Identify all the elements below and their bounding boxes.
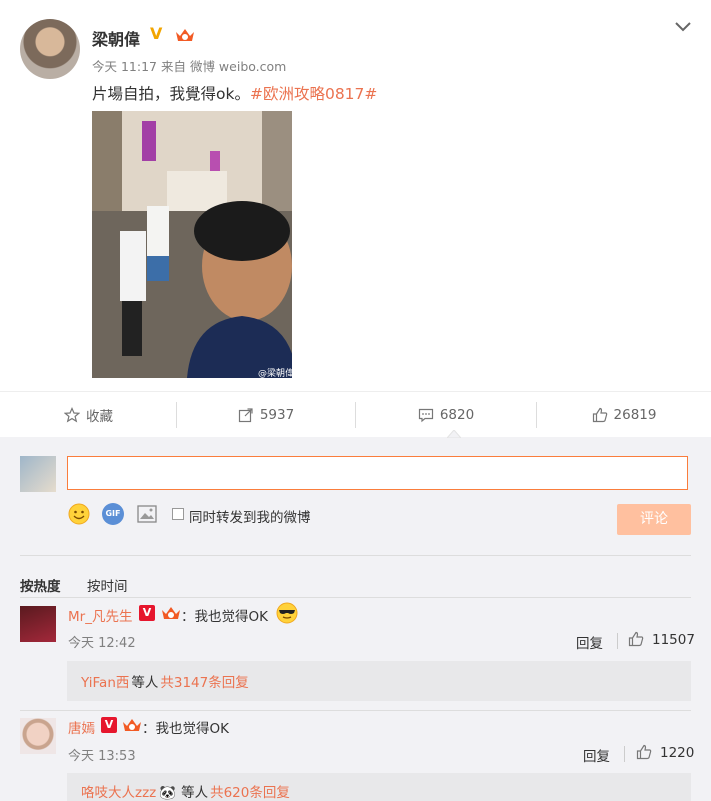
post-source: 来自 微博 weibo.com	[160, 59, 287, 74]
submit-comment-button[interactable]: 评论	[617, 504, 691, 535]
reply-like-divider	[617, 633, 618, 649]
thumbs-up-icon	[592, 407, 607, 423]
vip-crown-icon[interactable]	[121, 716, 143, 734]
like-count: 26819	[613, 407, 657, 423]
thumbs-up-icon[interactable]	[636, 744, 652, 760]
action-bar: 收藏 5937 6820 26819	[0, 391, 711, 439]
comment-icon	[418, 408, 433, 423]
comment-count: 6820	[439, 407, 475, 423]
vip-crown-icon[interactable]	[160, 604, 182, 622]
chevron-down-icon[interactable]	[672, 16, 694, 36]
sub-replies-link[interactable]: 咯吱大人zzz 🐼 等人 共620条回复	[67, 773, 691, 801]
sort-divider	[20, 597, 691, 598]
post-body: 片場自拍，我覺得ok。	[92, 85, 250, 103]
favorite-button[interactable]: 收藏	[0, 392, 177, 438]
share-checkbox[interactable]	[172, 508, 184, 520]
image-icon[interactable]	[137, 505, 157, 523]
tab-sort-hot[interactable]: 按热度	[20, 575, 61, 595]
vip-crown-icon[interactable]	[174, 26, 196, 44]
comment-input[interactable]	[67, 456, 688, 490]
repost-button[interactable]: 5937	[177, 392, 355, 438]
cool-emoji-icon	[276, 602, 298, 624]
photo-illustration	[92, 111, 292, 378]
sub-replies-link[interactable]: YiFan西 等人 共3147条回复	[67, 661, 691, 701]
author-name[interactable]: 梁朝偉	[92, 26, 140, 50]
commenter-avatar[interactable]	[20, 606, 56, 642]
comment-caret-icon	[447, 430, 461, 438]
gif-icon[interactable]: GIF	[102, 503, 124, 525]
post-photo[interactable]	[92, 111, 292, 378]
sub-reply-user[interactable]: 咯吱大人zzz	[81, 781, 156, 801]
reply-like-divider	[624, 746, 625, 762]
comment-like-count: 11507	[652, 632, 695, 648]
comment-time: 今天 12:42	[68, 636, 136, 651]
sub-reply-count[interactable]: 共3147条回复	[160, 671, 248, 691]
commenter-avatar[interactable]	[20, 718, 56, 754]
author-avatar[interactable]	[20, 19, 80, 79]
photo-watermark: @梁朝偉	[258, 369, 295, 379]
share-label: 同时转发到我的微博	[189, 510, 311, 526]
composer-divider	[20, 555, 691, 556]
favorite-label: 收藏	[86, 409, 113, 425]
comment-like-count: 1220	[660, 745, 695, 761]
like-button[interactable]: 26819	[537, 392, 711, 438]
comment-text: ：我也觉得OK	[181, 609, 268, 625]
sub-reply-user[interactable]: YiFan西	[81, 671, 129, 691]
commenter-name[interactable]: Mr_凡先生	[68, 605, 132, 625]
commenter-name[interactable]: 唐嫣	[68, 717, 95, 737]
reply-button[interactable]: 回复	[576, 632, 603, 652]
post-text: 片場自拍，我覺得ok。#欧洲攻略0817#	[92, 82, 377, 104]
comment-divider	[20, 710, 691, 711]
comment-button[interactable]: 6820	[356, 392, 536, 438]
repost-icon	[238, 408, 253, 423]
sub-reply-mid: 等人	[181, 785, 209, 801]
comment-time: 今天 13:53	[68, 749, 136, 764]
panda-emoji-icon: 🐼	[159, 785, 177, 801]
star-icon	[64, 407, 80, 423]
hashtag-link[interactable]: #欧洲攻略0817#	[250, 85, 377, 103]
repost-count: 5937	[259, 407, 295, 423]
sub-reply-mid: 等人	[131, 675, 159, 691]
thumbs-up-icon[interactable]	[628, 631, 644, 647]
comment-text: ：我也觉得OK	[142, 721, 229, 737]
verified-icon: V	[150, 24, 163, 43]
my-avatar[interactable]	[20, 456, 56, 492]
verified-icon: V	[101, 717, 117, 733]
tab-sort-time[interactable]: 按时间	[87, 575, 128, 595]
emoji-icon[interactable]	[68, 503, 90, 525]
verified-icon: V	[139, 605, 155, 621]
post-meta: 今天 11:17 来自 微博 weibo.com	[92, 56, 286, 75]
post-time[interactable]: 今天 11:17	[92, 59, 157, 74]
reply-button[interactable]: 回复	[583, 745, 610, 765]
sub-reply-count[interactable]: 共620条回复	[210, 781, 290, 801]
